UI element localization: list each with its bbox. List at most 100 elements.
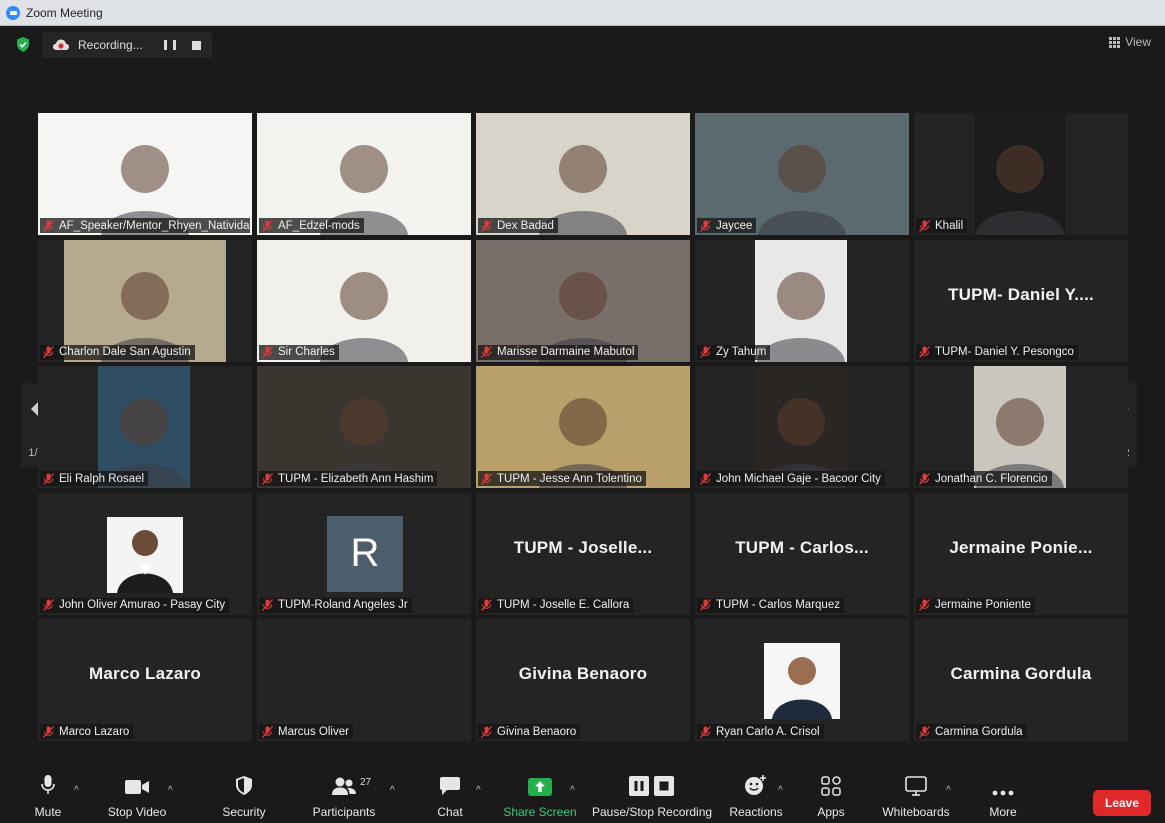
participant-name-label: Zy Tahum bbox=[697, 344, 771, 360]
person-silhouette-icon bbox=[757, 271, 845, 362]
participant-display-name: Jermaine Ponie... bbox=[949, 537, 1093, 557]
participant-video bbox=[257, 239, 471, 362]
audio-options-caret-icon[interactable]: ^ bbox=[74, 785, 79, 796]
participant-name: John Michael Gaje - Bacoor City bbox=[716, 472, 881, 485]
participant-tile[interactable]: TUPM - Elizabeth Ann Hashim bbox=[257, 366, 471, 488]
chat-bubble-icon bbox=[440, 777, 460, 795]
participant-name: Marisse Darmaine Mabutol bbox=[497, 346, 635, 358]
participant-video bbox=[695, 113, 909, 235]
participant-video bbox=[974, 366, 1066, 488]
whiteboards-options-caret-icon[interactable]: ^ bbox=[946, 785, 951, 796]
participant-name: Givina Benaoro bbox=[497, 725, 577, 738]
participant-tile[interactable]: Marisse Darmaine Mabutol bbox=[476, 239, 690, 362]
person-silhouette-icon bbox=[757, 398, 845, 488]
security-button[interactable]: Security bbox=[218, 771, 270, 823]
participant-tile[interactable]: Ryan Carlo A. Crisol bbox=[695, 619, 909, 741]
chat-options-caret-icon[interactable]: ^ bbox=[476, 785, 481, 796]
participant-name: TUPM - Joselle E. Callora bbox=[497, 599, 630, 611]
muted-microphone-icon bbox=[481, 472, 492, 485]
participant-tile[interactable]: TUPM - Jesse Ann Tolentino bbox=[476, 366, 690, 488]
security-shield-icon bbox=[236, 776, 252, 795]
muted-microphone-icon bbox=[700, 599, 711, 611]
meeting-topbar: Recording... View bbox=[4, 26, 1165, 62]
reactions-smiley-icon bbox=[745, 775, 766, 795]
participant-name-label: Ryan Carlo A. Crisol bbox=[697, 724, 824, 739]
participant-tile[interactable]: Givina Benaoro Givina Benaoro bbox=[476, 619, 690, 741]
participant-name-label: AF_Edzel-mods bbox=[259, 218, 364, 233]
whiteboards-label: Whiteboards bbox=[882, 805, 950, 819]
participant-name: Jermaine Poniente bbox=[935, 599, 1031, 611]
participant-tile[interactable]: Jermaine Ponie... Jermaine Poniente bbox=[914, 492, 1128, 615]
participant-tile[interactable]: Charlon Dale San Agustin bbox=[38, 239, 252, 362]
participant-tile[interactable]: Marco Lazaro Marco Lazaro bbox=[38, 619, 252, 741]
participant-name: TUPM - Jesse Ann Tolentino bbox=[497, 472, 642, 485]
muted-microphone-icon bbox=[919, 219, 930, 232]
participant-tile[interactable]: John Oliver Amurao - Pasay City bbox=[38, 492, 252, 615]
participant-tile[interactable]: Eli Ralph Rosael bbox=[38, 366, 252, 488]
participant-tile[interactable]: Zy Tahum bbox=[695, 239, 909, 362]
reactions-button[interactable]: Reactions bbox=[728, 771, 784, 823]
share-options-caret-icon[interactable]: ^ bbox=[570, 785, 575, 796]
participant-tile[interactable]: Carmina Gordula Carmina Gordula bbox=[914, 619, 1128, 741]
leave-button[interactable]: Leave bbox=[1093, 790, 1151, 816]
participant-name: TUPM - Elizabeth Ann Hashim bbox=[278, 472, 434, 485]
participant-name-label: Marco Lazaro bbox=[40, 724, 134, 739]
stop-video-button[interactable]: Stop Video bbox=[104, 771, 170, 823]
pause-stop-recording-button[interactable]: Pause/Stop Recording bbox=[592, 771, 712, 823]
participant-tile[interactable]: TUPM - Carlos... TUPM - Carlos Marquez bbox=[695, 492, 909, 615]
person-silhouette-icon bbox=[320, 271, 408, 362]
person-silhouette-icon bbox=[101, 271, 189, 362]
participant-tile[interactable]: TUPM - Joselle... TUPM - Joselle E. Callo… bbox=[476, 492, 690, 615]
participant-tile[interactable]: John Michael Gaje - Bacoor City bbox=[695, 366, 909, 488]
participant-name: Khalil bbox=[935, 219, 964, 232]
stop-video-label: Stop Video bbox=[107, 805, 167, 819]
participants-label: Participants bbox=[312, 805, 376, 819]
video-options-caret-icon[interactable]: ^ bbox=[168, 785, 173, 796]
view-button[interactable]: View bbox=[1109, 35, 1151, 49]
participant-video bbox=[476, 366, 690, 488]
participant-name-label: TUPM - Elizabeth Ann Hashim bbox=[259, 471, 438, 486]
pause-recording-icon[interactable] bbox=[164, 39, 176, 51]
participant-name-label: Marisse Darmaine Mabutol bbox=[478, 344, 639, 360]
person-silhouette-icon bbox=[100, 398, 188, 488]
chat-button[interactable]: Chat bbox=[432, 771, 468, 823]
stop-recording-icon[interactable] bbox=[192, 40, 201, 50]
more-dots-icon bbox=[992, 790, 1014, 796]
reactions-label: Reactions bbox=[729, 805, 783, 819]
apps-button[interactable]: Apps bbox=[812, 771, 850, 823]
participant-tile[interactable]: Marcus Oliver bbox=[257, 619, 471, 741]
participant-name-label: Carmina Gordula bbox=[916, 724, 1027, 739]
participant-name-label: TUPM- Daniel Y. Pesongco bbox=[916, 344, 1078, 360]
participant-name-label: TUPM-Roland Angeles Jr bbox=[259, 597, 412, 613]
participant-tile[interactable]: Dex Badad bbox=[476, 113, 690, 235]
participants-options-caret-icon[interactable]: ^ bbox=[390, 785, 395, 796]
share-screen-button[interactable]: Share Screen bbox=[503, 771, 577, 823]
mute-button[interactable]: Mute bbox=[30, 771, 66, 823]
reactions-options-caret-icon[interactable]: ^ bbox=[778, 785, 783, 796]
zoom-logo-icon bbox=[6, 5, 20, 20]
participant-name: Jaycee bbox=[716, 219, 753, 232]
participant-tile[interactable]: Khalil bbox=[914, 113, 1128, 235]
person-silhouette-icon bbox=[539, 271, 627, 362]
participant-tile[interactable]: Jonathan C. Florencio bbox=[914, 366, 1128, 488]
participant-display-name: TUPM - Joselle... bbox=[513, 537, 653, 557]
share-screen-label: Share Screen bbox=[503, 805, 577, 819]
participant-name-label: Givina Benaoro bbox=[478, 724, 581, 739]
share-screen-arrow-icon bbox=[528, 778, 552, 796]
muted-microphone-icon bbox=[43, 472, 54, 485]
encryption-shield-icon[interactable] bbox=[16, 37, 30, 52]
participant-tile[interactable]: TUPM- Daniel Y.... TUPM- Daniel Y. Pesong… bbox=[914, 239, 1128, 362]
participant-name-label: Marcus Oliver bbox=[259, 724, 353, 739]
participant-tile[interactable]: AF_Speaker/Mentor_Rhyen_Natividad bbox=[38, 113, 252, 235]
muted-microphone-icon bbox=[700, 472, 711, 485]
participant-tile[interactable]: Jaycee bbox=[695, 113, 909, 235]
recording-status: Recording... bbox=[78, 38, 143, 52]
participant-tile[interactable]: R TUPM-Roland Angeles Jr bbox=[257, 492, 471, 615]
participant-name: John Oliver Amurao - Pasay City bbox=[59, 599, 226, 611]
more-button[interactable]: More bbox=[984, 771, 1022, 823]
participant-name-label: Jermaine Poniente bbox=[916, 597, 1035, 613]
whiteboards-button[interactable]: Whiteboards bbox=[880, 771, 952, 823]
recording-indicator: Recording... bbox=[42, 32, 212, 58]
participant-tile[interactable]: AF_Edzel-mods bbox=[257, 113, 471, 235]
participant-tile[interactable]: Sir Charles bbox=[257, 239, 471, 362]
